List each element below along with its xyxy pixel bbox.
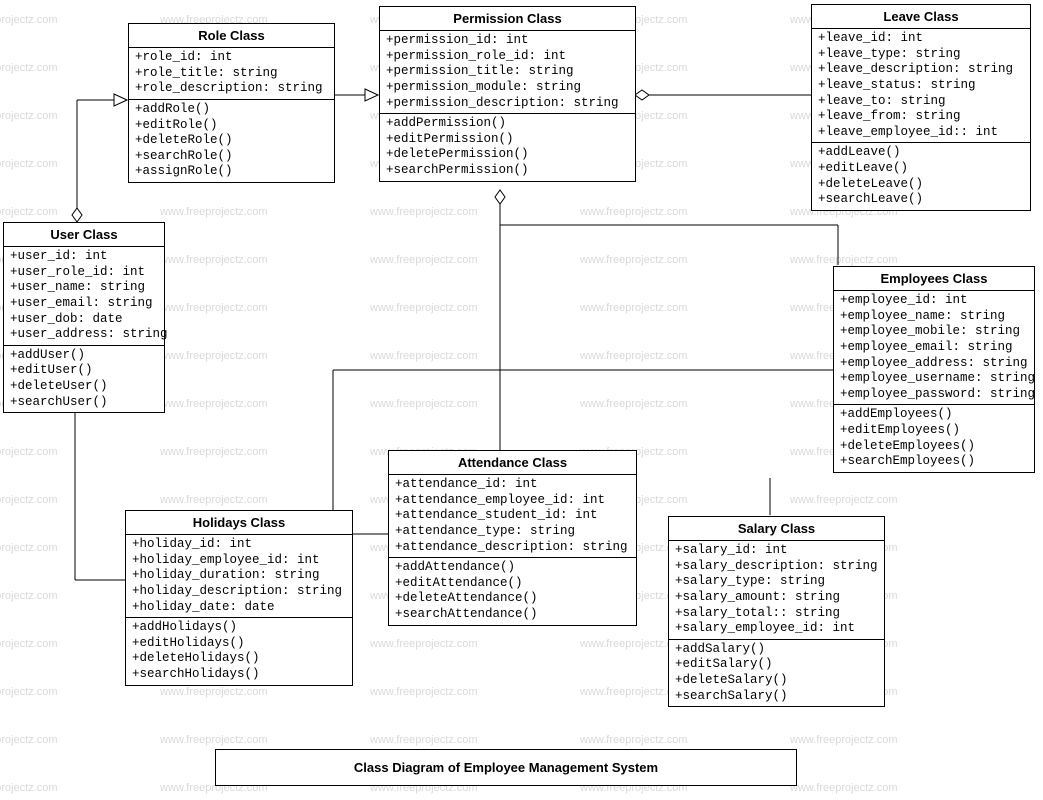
class-attributes: +role_id: int+role_title: string+role_de…	[129, 48, 334, 100]
class-employees: Employees Class +employee_id: int+employ…	[833, 266, 1035, 473]
class-permission: Permission Class +permission_id: int+per…	[379, 6, 636, 182]
class-user: User Class +user_id: int+user_role_id: i…	[3, 222, 165, 413]
class-title: Employees Class	[834, 267, 1034, 291]
class-operations: +addSalary()+editSalary()+deleteSalary()…	[669, 640, 884, 707]
class-holidays: Holidays Class +holiday_id: int+holiday_…	[125, 510, 353, 686]
class-attributes: +user_id: int+user_role_id: int+user_nam…	[4, 247, 164, 346]
class-salary: Salary Class +salary_id: int+salary_desc…	[668, 516, 885, 707]
diagram-title-text: Class Diagram of Employee Management Sys…	[354, 760, 658, 775]
class-attributes: +employee_id: int+employee_name: string+…	[834, 291, 1034, 405]
class-title: Attendance Class	[389, 451, 636, 475]
class-operations: +addEmployees()+editEmployees()+deleteEm…	[834, 405, 1034, 472]
class-operations: +addLeave()+editLeave()+deleteLeave()+se…	[812, 143, 1030, 210]
class-operations: +addHolidays()+editHolidays()+deleteHoli…	[126, 618, 352, 685]
class-operations: +addPermission()+editPermission()+delete…	[380, 114, 635, 181]
class-role: Role Class +role_id: int+role_title: str…	[128, 23, 335, 183]
class-title: Leave Class	[812, 5, 1030, 29]
class-attendance: Attendance Class +attendance_id: int+att…	[388, 450, 637, 626]
class-operations: +addRole()+editRole()+deleteRole()+searc…	[129, 100, 334, 182]
class-leave: Leave Class +leave_id: int+leave_type: s…	[811, 4, 1031, 211]
class-title: Salary Class	[669, 517, 884, 541]
class-title: User Class	[4, 223, 164, 247]
class-attributes: +attendance_id: int+attendance_employee_…	[389, 475, 636, 558]
class-operations: +addUser()+editUser()+deleteUser()+searc…	[4, 346, 164, 413]
class-attributes: +holiday_id: int+holiday_employee_id: in…	[126, 535, 352, 618]
class-attributes: +salary_id: int+salary_description: stri…	[669, 541, 884, 640]
class-title: Permission Class	[380, 7, 635, 31]
diagram-title: Class Diagram of Employee Management Sys…	[215, 749, 797, 786]
class-attributes: +permission_id: int+permission_role_id: …	[380, 31, 635, 114]
class-attributes: +leave_id: int+leave_type: string+leave_…	[812, 29, 1030, 143]
class-operations: +addAttendance()+editAttendance()+delete…	[389, 558, 636, 625]
class-title: Holidays Class	[126, 511, 352, 535]
class-title: Role Class	[129, 24, 334, 48]
